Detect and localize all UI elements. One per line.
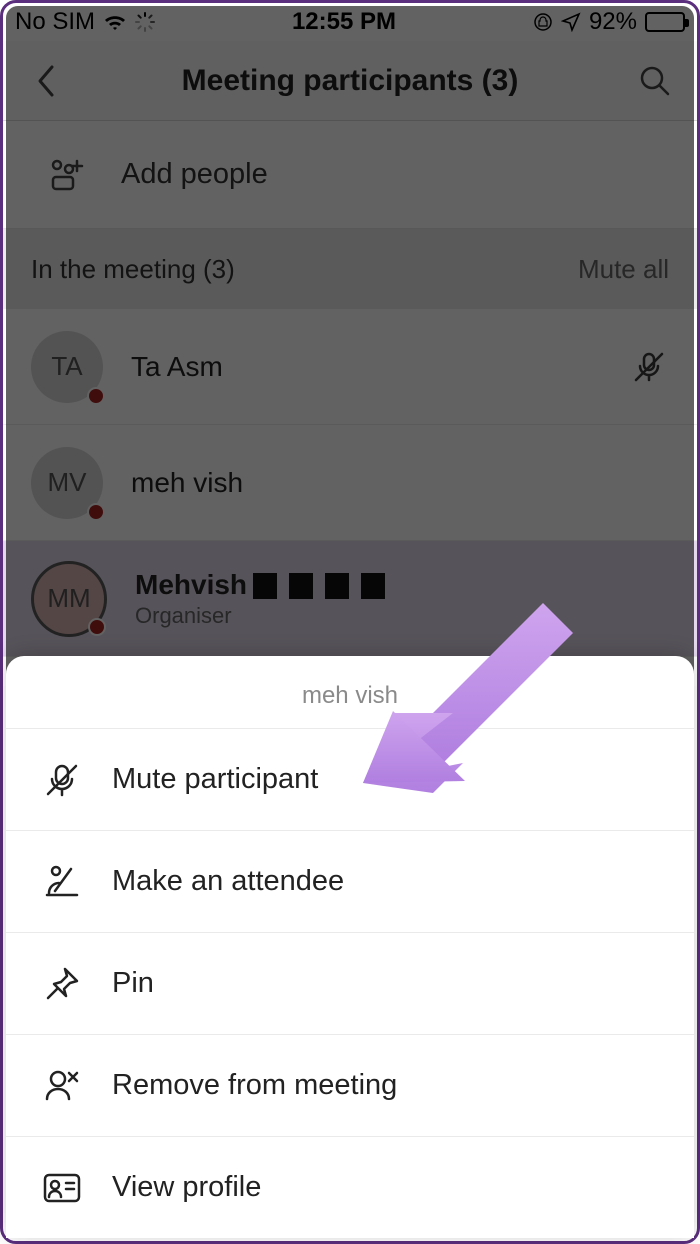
avatar-initials: MM [47,583,90,614]
add-people-label: Add people [121,158,268,191]
action-sheet: meh vish Mute participant Make an attend… [6,656,694,1238]
participant-name: meh vish [131,467,669,499]
location-icon [561,12,581,32]
profile-icon [40,1171,84,1205]
presence-dot [88,618,106,636]
status-right: 92% [533,8,685,36]
avatar: MM [31,561,107,637]
avatar-initials: MV [48,467,87,498]
muted-indicator [629,350,669,384]
participant-body: Ta Asm [131,351,601,383]
loading-icon [135,12,155,32]
wifi-icon [103,12,127,32]
sheet-item-label: View profile [112,1171,261,1204]
avatar: MV [31,447,103,519]
sheet-item-profile[interactable]: View profile [6,1136,694,1238]
sheet-title: meh vish [6,656,694,728]
participant-name: Mehvish [135,569,669,601]
status-left: No SIM [15,8,155,36]
sheet-item-remove[interactable]: Remove from meeting [6,1034,694,1136]
participant-name: Ta Asm [131,351,601,383]
search-button[interactable] [633,59,677,103]
participant-body: meh vish [131,467,669,499]
mic-off-icon [40,761,84,799]
header-bar: Meeting participants (3) [3,41,697,121]
add-people-button[interactable]: Add people [3,121,697,229]
sheet-item-label: Pin [112,967,154,1000]
pin-icon [40,965,84,1003]
screen: No SIM 12:55 PM 92% Meeting p [0,0,700,1244]
sheet-item-attendee[interactable]: Make an attendee [6,830,694,932]
participant-role: Organiser [135,603,669,629]
participant-row[interactable]: TA Ta Asm [3,309,697,425]
carrier-text: No SIM [15,8,95,36]
participant-row[interactable]: MM Mehvish Organiser [3,541,697,657]
battery-icon [645,12,685,32]
status-bar: No SIM 12:55 PM 92% [3,3,697,41]
sheet-item-label: Remove from meeting [112,1069,397,1102]
sheet-item-label: Make an attendee [112,865,344,898]
avatar-initials: TA [51,351,82,382]
section-title: In the meeting (3) [31,254,235,285]
sheet-item-pin[interactable]: Pin [6,932,694,1034]
remove-icon [40,1067,84,1105]
attendee-icon [40,863,84,901]
presence-dot [87,503,105,521]
sheet-item-label: Mute participant [112,763,318,796]
battery-percent-text: 92% [589,8,637,36]
back-button[interactable] [23,59,67,103]
participant-row[interactable]: MV meh vish [3,425,697,541]
redacted-text [253,573,393,599]
participant-body: Mehvish Organiser [135,569,669,629]
mute-all-button[interactable]: Mute all [578,254,669,285]
add-people-icon [47,155,87,195]
sheet-item-mute[interactable]: Mute participant [6,728,694,830]
clock-text: 12:55 PM [292,8,396,36]
presence-dot [87,387,105,405]
section-header: In the meeting (3) Mute all [3,229,697,309]
page-title: Meeting participants (3) [67,64,633,98]
avatar: TA [31,331,103,403]
orientation-lock-icon [533,12,553,32]
